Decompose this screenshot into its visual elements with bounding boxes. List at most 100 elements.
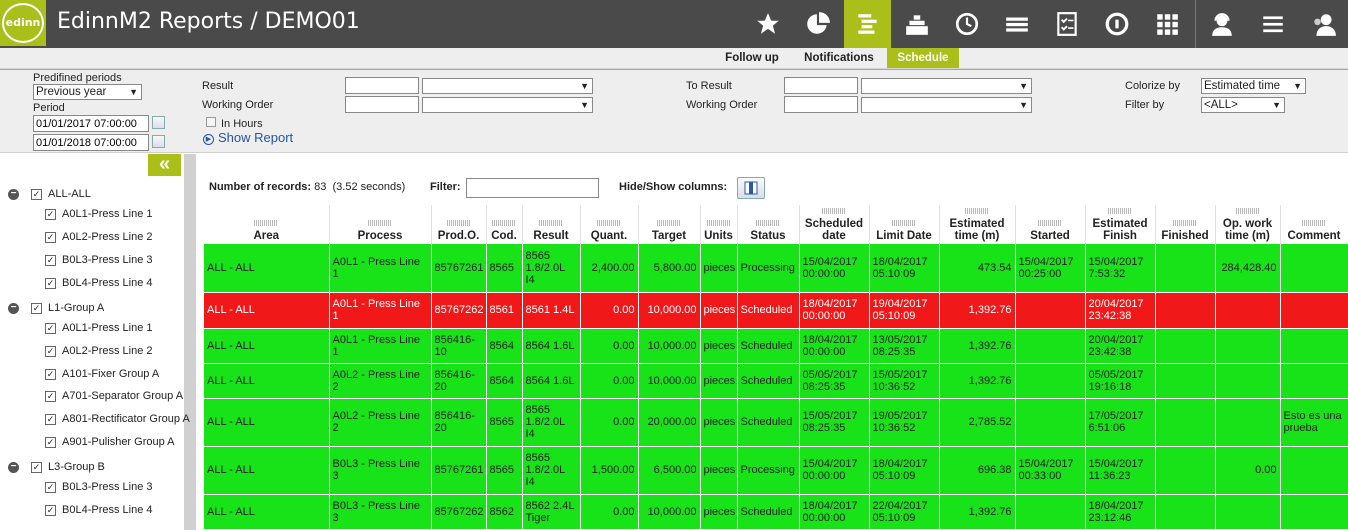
tree-checkbox[interactable]: ✓ xyxy=(45,209,56,220)
tree-item-label[interactable]: ALL-ALL xyxy=(48,184,91,204)
sidebar-scrollbar[interactable] xyxy=(184,154,196,530)
to-result-input[interactable] xyxy=(784,77,858,94)
grid-filter-input[interactable] xyxy=(466,178,599,198)
drag-handle-icon[interactable] xyxy=(706,220,731,226)
drag-handle-icon[interactable] xyxy=(1235,208,1260,214)
tree-item-label[interactable]: A701-Separator Group A xyxy=(62,386,183,406)
tree-item-label[interactable]: B0L3-Press Line 3 xyxy=(62,477,153,497)
tree-checkbox[interactable]: ✓ xyxy=(45,346,56,357)
drag-handle-icon[interactable] xyxy=(254,220,279,226)
tree-item-label[interactable]: L1-Group A xyxy=(48,298,104,318)
column-header[interactable]: Status xyxy=(737,205,800,244)
tree-checkbox[interactable]: ✓ xyxy=(45,414,56,425)
collapse-sidebar-button[interactable]: « xyxy=(148,154,181,176)
logo[interactable]: edinn xyxy=(0,0,46,46)
gantt-icon[interactable] xyxy=(844,0,891,48)
result-input[interactable] xyxy=(345,77,419,94)
checklist-icon[interactable] xyxy=(1043,0,1091,48)
show-report-link[interactable]: ▶ Show Report xyxy=(203,130,293,145)
drag-handle-icon[interactable] xyxy=(539,220,563,226)
table-row[interactable]: ALL - ALL A0L2 - Press Line 2 856416-20 856… xyxy=(204,398,1348,447)
grid-icon[interactable] xyxy=(1143,0,1191,48)
tree-checkbox[interactable]: ✓ xyxy=(45,482,56,493)
tree-item-label[interactable]: B0L3-Press Line 3 xyxy=(62,250,153,270)
column-header[interactable]: Comment xyxy=(1280,205,1348,244)
column-header[interactable]: Area xyxy=(204,205,330,244)
column-header[interactable]: Finished xyxy=(1155,205,1216,244)
tree-checkbox[interactable]: ✓ xyxy=(45,323,56,334)
column-header[interactable]: Estimated Finish xyxy=(1085,205,1156,244)
star-icon[interactable] xyxy=(744,0,792,48)
tree-item-label[interactable]: A101-Fixer Group A xyxy=(62,364,159,384)
column-header[interactable]: Quant. xyxy=(580,205,639,244)
calendar-icon[interactable] xyxy=(152,135,165,148)
tree-checkbox[interactable]: ✓ xyxy=(45,278,56,289)
collapse-node-icon[interactable]: − xyxy=(8,189,19,200)
drag-handle-icon[interactable] xyxy=(892,220,916,226)
column-header[interactable]: Process xyxy=(329,205,432,244)
to-working-order-select[interactable]: ▼ xyxy=(861,97,1032,113)
filter-by-select[interactable]: <ALL> ▼ xyxy=(1201,97,1285,113)
money-icon[interactable] xyxy=(993,0,1041,48)
tree-checkbox[interactable]: ✓ xyxy=(31,303,42,314)
factory-icon[interactable] xyxy=(893,0,941,48)
in-hours-checkbox[interactable] xyxy=(206,117,216,127)
column-header[interactable]: Started xyxy=(1015,205,1086,244)
pie-chart-icon[interactable] xyxy=(794,0,842,48)
tree-item-label[interactable]: A0L2-Press Line 2 xyxy=(62,341,153,361)
period-from-input[interactable] xyxy=(33,115,149,132)
predefined-periods-select[interactable]: Previous year ▼ xyxy=(33,84,142,100)
drag-handle-icon[interactable] xyxy=(597,220,621,226)
column-header[interactable]: Estimated time (m) xyxy=(939,205,1016,244)
column-header[interactable]: Op. work time (m) xyxy=(1215,205,1281,244)
collapse-node-icon[interactable]: − xyxy=(8,303,19,314)
result-select[interactable]: ▼ xyxy=(422,78,593,94)
tree-checkbox[interactable]: ✓ xyxy=(45,437,56,448)
table-row[interactable]: ALL - ALL A0L1 - Press Line 1 85767261 8565… xyxy=(204,244,1348,293)
tree-item-label[interactable]: A0L1-Press Line 1 xyxy=(62,204,153,224)
tree-item-label[interactable]: B0L4-Press Line 4 xyxy=(62,273,153,293)
drag-handle-icon[interactable] xyxy=(1173,220,1197,226)
drag-handle-icon[interactable] xyxy=(822,208,846,214)
to-working-order-input[interactable] xyxy=(784,96,858,113)
column-header[interactable]: Prod.O. xyxy=(431,205,487,244)
tree-checkbox[interactable]: ✓ xyxy=(31,462,42,473)
working-order-select[interactable]: ▼ xyxy=(422,97,593,113)
tree-checkbox[interactable]: ✓ xyxy=(45,369,56,380)
period-to-input[interactable] xyxy=(33,134,149,151)
drag-handle-icon[interactable] xyxy=(446,220,471,226)
colorize-by-select[interactable]: Estimated time ▼ xyxy=(1201,78,1306,94)
tree-item-label[interactable]: A901-Pulisher Group A xyxy=(62,432,175,452)
tree-item-label[interactable]: A0L1-Press Line 1 xyxy=(62,318,153,338)
tree-checkbox[interactable]: ✓ xyxy=(45,232,56,243)
tree-checkbox[interactable]: ✓ xyxy=(31,189,42,200)
drag-handle-icon[interactable] xyxy=(657,220,681,226)
tree-item-label[interactable]: B0L4-Press Line 4 xyxy=(62,500,153,520)
q-icon[interactable] xyxy=(1093,0,1141,48)
drag-handle-icon[interactable] xyxy=(492,220,516,226)
tree-item-label[interactable]: A0L2-Press Line 2 xyxy=(62,227,153,247)
column-header[interactable]: Units xyxy=(700,205,738,244)
table-row[interactable]: ALL - ALL A0L1 - Press Line 1 85767262 8561… xyxy=(204,292,1348,329)
column-header[interactable]: Target xyxy=(638,205,701,244)
calendar-icon[interactable] xyxy=(152,116,165,129)
clock-icon[interactable] xyxy=(943,0,991,48)
drag-handle-icon[interactable] xyxy=(1038,220,1062,226)
tree-checkbox[interactable]: ✓ xyxy=(45,391,56,402)
tree-checkbox[interactable]: ✓ xyxy=(45,505,56,516)
users-icon[interactable] xyxy=(1300,0,1348,48)
menu-icon[interactable] xyxy=(1249,0,1297,48)
table-row[interactable]: ALL - ALL A0L1 - Press Line 1 856416-10 856… xyxy=(204,328,1348,364)
columns-chooser-button[interactable] xyxy=(737,177,765,199)
column-header[interactable]: Result xyxy=(522,205,581,244)
drag-handle-icon[interactable] xyxy=(756,220,780,226)
to-result-select[interactable]: ▼ xyxy=(861,78,1032,94)
tree-checkbox[interactable]: ✓ xyxy=(45,255,56,266)
column-header[interactable]: Scheduled date xyxy=(799,205,870,244)
tree-item-label[interactable]: L3-Group B xyxy=(48,457,105,477)
column-header[interactable]: Cod. xyxy=(486,205,523,244)
tab-follow-up[interactable]: Follow up xyxy=(720,48,784,68)
column-header[interactable]: Limit Date xyxy=(869,205,940,244)
drag-handle-icon[interactable] xyxy=(1108,208,1132,214)
drag-handle-icon[interactable] xyxy=(965,208,989,214)
